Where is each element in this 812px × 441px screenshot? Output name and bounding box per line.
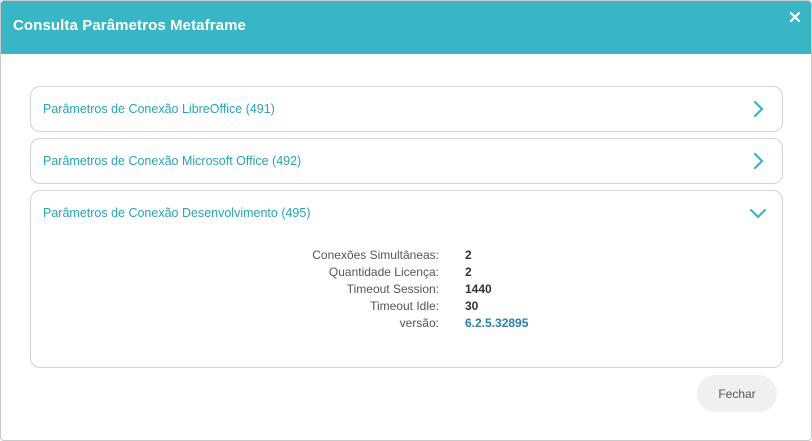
detail-row-timeout-idle: Timeout Idle: 30 bbox=[31, 299, 784, 317]
modal-header: Consulta Parâmetros Metaframe bbox=[1, 1, 811, 54]
detail-value: 2 bbox=[465, 265, 472, 279]
accordion-panel-libreoffice[interactable]: Parâmetros de Conexão LibreOffice (491) bbox=[30, 86, 783, 132]
detail-label: Timeout Session: bbox=[346, 282, 439, 296]
chevron-right-icon[interactable] bbox=[748, 99, 768, 119]
detail-row-quantidade: Quantidade Licença: 2 bbox=[31, 265, 784, 283]
detail-value: 1440 bbox=[465, 282, 492, 296]
detail-label: Quantidade Licença: bbox=[328, 265, 439, 279]
panel-title[interactable]: Parâmetros de Conexão LibreOffice (491) bbox=[43, 102, 275, 116]
modal-title: Consulta Parâmetros Metaframe bbox=[13, 17, 246, 34]
close-icon[interactable] bbox=[787, 9, 803, 25]
detail-row-versao: versão: 6.2.5.32895 bbox=[31, 316, 784, 334]
detail-row-timeout-session: Timeout Session: 1440 bbox=[31, 282, 784, 300]
detail-label: versão: bbox=[399, 316, 439, 330]
panel-title[interactable]: Parâmetros de Conexão Desenvolvimento (4… bbox=[43, 206, 311, 220]
accordion-panel-microsoft-office[interactable]: Parâmetros de Conexão Microsoft Office (… bbox=[30, 138, 783, 184]
detail-label: Timeout Idle: bbox=[370, 299, 439, 313]
panel-title[interactable]: Parâmetros de Conexão Microsoft Office (… bbox=[43, 154, 301, 168]
version-link[interactable]: 6.2.5.32895 bbox=[465, 316, 528, 330]
detail-label: Conexões Simultâneas: bbox=[312, 248, 439, 262]
chevron-right-icon[interactable] bbox=[748, 151, 768, 171]
detail-value: 30 bbox=[465, 299, 479, 313]
close-button[interactable]: Fechar bbox=[697, 375, 777, 412]
chevron-down-icon[interactable] bbox=[748, 203, 768, 223]
accordion-panel-desenvolvimento: Parâmetros de Conexão Desenvolvimento (4… bbox=[30, 190, 783, 368]
detail-value: 2 bbox=[465, 248, 472, 262]
modal-dialog: Consulta Parâmetros Metaframe Parâmetros… bbox=[0, 0, 812, 441]
detail-row-conexoes: Conexões Simultâneas: 2 bbox=[31, 248, 784, 266]
